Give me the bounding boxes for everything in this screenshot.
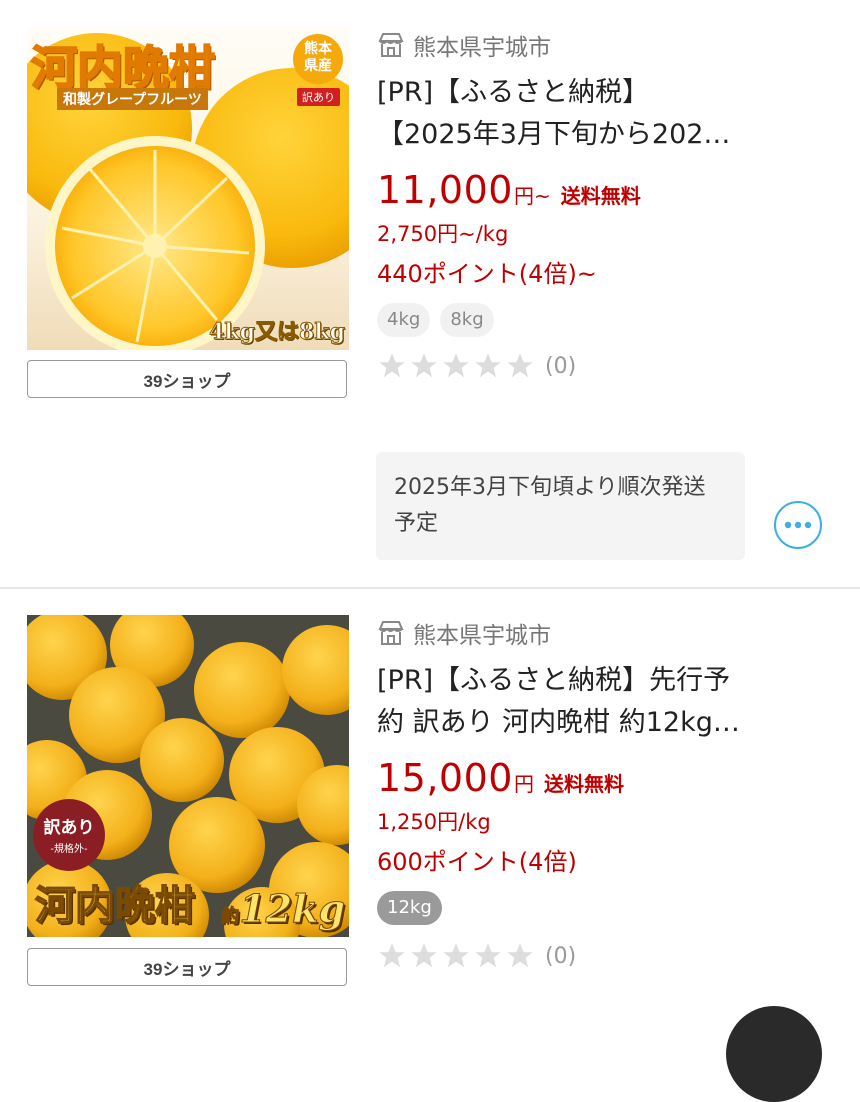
free-shipping: 送料無料 xyxy=(560,186,641,208)
star-icon xyxy=(411,943,437,968)
product-image[interactable]: 河内晩柑 和製グレープフルーツ 熊本 県産 訳あり 4kg又は8kg xyxy=(27,28,349,350)
review-count[interactable]: (0) xyxy=(545,354,576,379)
ellipsis-icon xyxy=(784,521,812,529)
wakeari-badge: 訳あり -規格外- xyxy=(33,799,105,871)
more-options-button[interactable] xyxy=(774,501,822,549)
product-image[interactable]: 訳あり -規格外- 河内晩柑 約12kg xyxy=(27,615,349,937)
star-icon xyxy=(475,353,501,378)
scroll-top-button[interactable] xyxy=(726,1006,822,1102)
weight-value: 12kg xyxy=(239,886,346,932)
tag-8kg[interactable]: 8kg xyxy=(440,303,494,337)
price: 15,000 xyxy=(377,756,513,800)
review-count[interactable]: (0) xyxy=(545,944,576,969)
shop-button[interactable]: 39ショップ xyxy=(27,948,347,986)
weight-label: 4kg又は8kg xyxy=(209,319,346,346)
star-icon xyxy=(507,353,533,378)
price-per-kg: 2,750円~/kg xyxy=(377,222,509,246)
location-text: 熊本県宇城市 xyxy=(413,35,551,61)
title-line-2: 【2025年3月下旬から202… xyxy=(377,119,731,150)
rating-stars xyxy=(377,941,535,971)
location-text: 熊本県宇城市 xyxy=(413,623,551,649)
weight-label: 約12kg xyxy=(221,886,346,932)
rating-stars xyxy=(377,351,535,381)
price-row: 11,000 円~ 送料無料 xyxy=(377,168,820,212)
price-row: 15,000 円 送料無料 xyxy=(377,756,820,800)
badge-top: 熊本 xyxy=(304,41,332,57)
product-info: 熊本県宇城市 [PR]【ふるさと納税】先行予 約 訳あり 河内晩柑 約12kg…… xyxy=(377,616,820,971)
title-line-1: [PR]【ふるさと納税】 xyxy=(377,77,650,108)
star-icon xyxy=(507,943,533,968)
star-icon xyxy=(475,943,501,968)
tag-12kg[interactable]: 12kg xyxy=(377,891,442,925)
product-title[interactable]: [PR]【ふるさと納税】 【2025年3月下旬から202… xyxy=(377,72,817,156)
product-card[interactable]: 訳あり -規格外- 河内晩柑 約12kg 39ショップ 熊本県宇城市 [PR]【… xyxy=(0,589,860,1024)
origin-badge: 熊本 県産 xyxy=(293,34,343,84)
shop-icon xyxy=(378,621,404,645)
shop-icon xyxy=(378,33,404,57)
tag-list: 4kg 8kg xyxy=(377,303,820,337)
badge-main: 訳あり xyxy=(43,818,95,838)
star-icon xyxy=(443,943,469,968)
product-card[interactable]: 河内晩柑 和製グレープフルーツ 熊本 県産 訳あり 4kg又は8kg 39ショッ… xyxy=(0,0,860,588)
badge-bottom: 県産 xyxy=(304,58,332,74)
free-shipping: 送料無料 xyxy=(543,774,624,796)
rating: (0) xyxy=(377,941,820,971)
badge-sub: -規格外- xyxy=(50,844,88,855)
shipping-note: 2025年3月下旬頃より順次発送予定 xyxy=(376,452,745,560)
points: 600ポイント(4倍) xyxy=(377,848,577,876)
shop-button[interactable]: 39ショップ xyxy=(27,360,347,398)
image-title: 河内晩柑 xyxy=(34,881,196,930)
location: 熊本県宇城市 xyxy=(377,28,820,62)
star-icon xyxy=(379,943,405,968)
price-unit: 円~ xyxy=(513,184,551,208)
location: 熊本県宇城市 xyxy=(377,616,820,650)
image-subtitle: 和製グレープフルーツ xyxy=(57,88,208,110)
wakeari-tag: 訳あり xyxy=(297,88,340,106)
rating: (0) xyxy=(377,351,820,381)
star-icon xyxy=(411,353,437,378)
weight-prefix: 約 xyxy=(221,906,240,928)
star-icon xyxy=(443,353,469,378)
tag-4kg[interactable]: 4kg xyxy=(377,303,431,337)
title-line-2: 約 訳あり 河内晩柑 約12kg… xyxy=(377,707,740,738)
points: 440ポイント(4倍)~ xyxy=(377,260,597,288)
price-unit: 円 xyxy=(513,772,534,796)
title-line-1: [PR]【ふるさと納税】先行予 xyxy=(377,665,731,696)
product-info: 熊本県宇城市 [PR]【ふるさと納税】 【2025年3月下旬から202… 11,… xyxy=(377,28,820,381)
price-per-kg: 1,250円/kg xyxy=(377,810,491,834)
star-icon xyxy=(379,353,405,378)
tag-list: 12kg xyxy=(377,891,820,925)
price: 11,000 xyxy=(377,168,513,212)
product-title[interactable]: [PR]【ふるさと納税】先行予 約 訳あり 河内晩柑 約12kg… xyxy=(377,660,817,744)
